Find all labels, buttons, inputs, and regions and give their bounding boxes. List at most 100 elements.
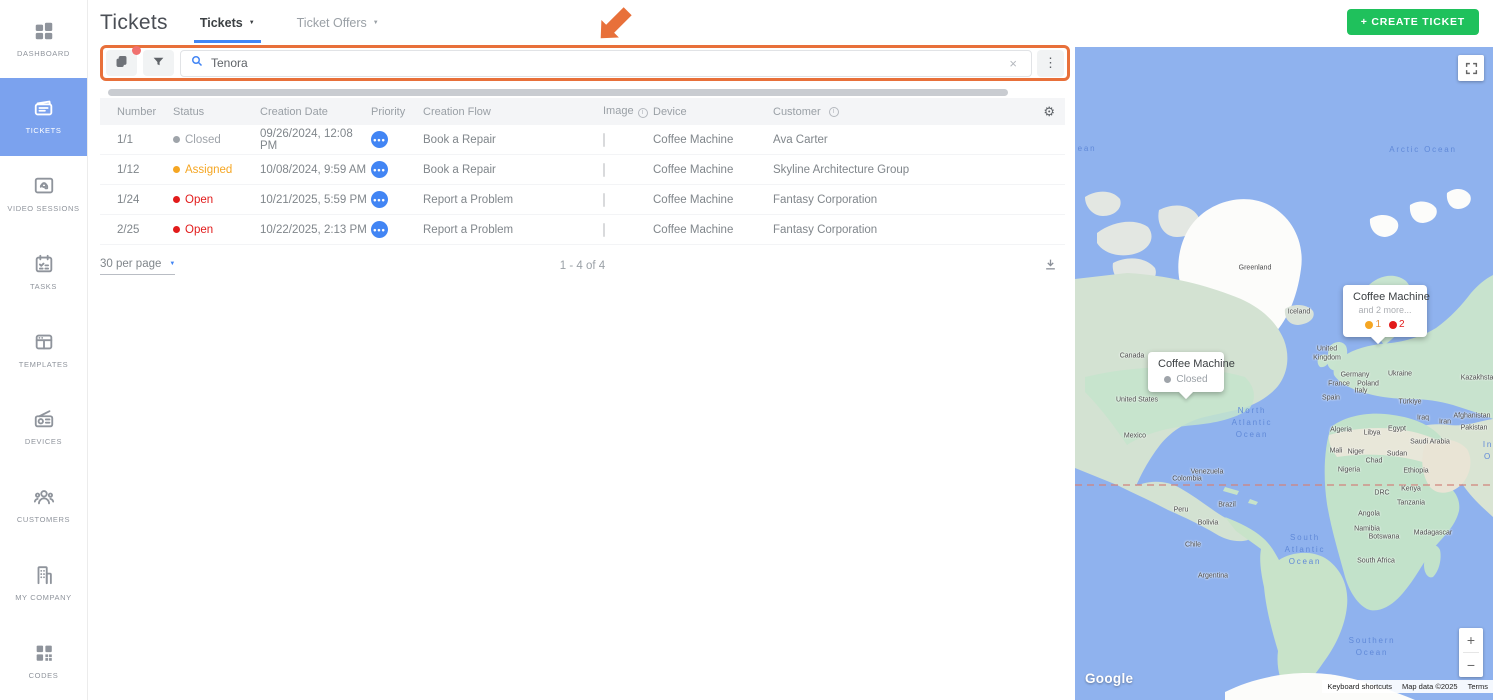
ticket-priority: ••• [371,131,423,148]
tab-ticket-offers[interactable]: Ticket Offers ▼ [291,3,385,43]
ticket-status: Open [173,194,260,206]
device-thumbnail[interactable] [603,193,605,207]
map-panel[interactable]: eanArctic OceanNorth Atlantic OceanSouth… [1075,47,1493,700]
map-data-copyright: Map data ©2025 [1397,680,1463,693]
table-row[interactable]: 1/24 Open 10/21/2025, 5:59 PM ••• Report… [100,185,1065,215]
per-page-select[interactable]: 30 per page ▼ [100,258,175,275]
column-header-priority[interactable]: Priority [371,106,423,118]
tickets-table: Number Status Creation Date Priority Cre… [100,98,1065,245]
sidebar-item-my-company[interactable]: MY COMPANY [0,544,87,622]
status-dot [173,196,180,203]
column-header-image[interactable]: Imagei [603,105,653,118]
tooltip-title: Coffee Machine [1353,291,1417,303]
ticket-device: Coffee Machine [653,194,773,206]
map-tooltip-cluster[interactable]: Coffee Machine and 2 more... 1 2 [1343,285,1427,337]
keyboard-shortcuts-link[interactable]: Keyboard shortcuts [1322,680,1397,693]
column-header-creation-date[interactable]: Creation Date [260,106,371,118]
annotation-arrow-icon [593,2,637,47]
search-menu-button[interactable]: ⋮ [1037,50,1064,77]
status-dot [173,166,180,173]
priority-indicator-icon[interactable]: ••• [371,161,388,178]
ticket-customer: Fantasy Corporation [773,224,1035,236]
sidebar-item-tickets[interactable]: TICKETS [0,78,87,156]
chevron-down-icon: ▼ [373,20,379,26]
saved-filters-button[interactable] [106,50,137,76]
zoom-out-button[interactable]: − [1459,653,1483,677]
scrollbar-thumb[interactable] [108,89,1008,96]
page-title: Tickets [100,11,168,35]
info-icon: i [829,107,839,117]
map-tooltip-single[interactable]: Coffee Machine Closed [1148,352,1224,392]
ticket-creation-date: 10/21/2025, 5:59 PM [260,194,371,206]
priority-indicator-icon[interactable]: ••• [371,221,388,238]
ticket-creation-flow: Book a Repair [423,134,603,146]
chevron-down-icon: ▼ [249,20,255,26]
clear-search-icon[interactable]: × [1005,56,1021,71]
ticket-number: 1/1 [100,134,173,146]
dashboard-grid-icon [33,20,55,42]
tooltip-subtitle: and 2 more... [1353,305,1417,315]
column-header-status[interactable]: Status [173,106,260,118]
table-row[interactable]: 2/25 Open 10/22/2025, 2:13 PM ••• Report… [100,215,1065,245]
download-button[interactable] [1044,258,1057,274]
sidebar-item-templates[interactable]: TEMPLATES [0,311,87,389]
pagination-range: 1 - 4 of 4 [560,260,605,272]
device-thumbnail[interactable] [603,223,605,237]
device-thumbnail[interactable] [603,163,605,177]
ticket-number: 1/12 [100,164,173,176]
column-header-number[interactable]: Number [100,106,173,118]
notification-dot [132,46,141,55]
sidebar-item-label: CUSTOMERS [17,515,70,525]
status-dot [173,136,180,143]
ticket-device: Coffee Machine [653,134,773,146]
open-count-badge: 2 [1389,319,1405,330]
tickets-content: Tenora × ⋮ Number Status Creation Date P… [88,45,1075,700]
sidebar-item-video-sessions[interactable]: VIDEO SESSIONS [0,156,87,234]
sidebar-item-devices[interactable]: DEVICES [0,389,87,467]
terms-link[interactable]: Terms [1463,680,1493,693]
ticket-creation-date: 09/26/2024, 12:08 PM [260,128,371,152]
sidebar: DASHBOARD TICKETS VIDEO SESSIONS TASKS T… [0,0,88,700]
column-header-device[interactable]: Device [653,106,773,118]
search-input[interactable]: Tenora × [180,50,1032,77]
ticket-creation-date: 10/22/2025, 2:13 PM [260,224,371,236]
top-bar: Tickets Tickets ▼ Ticket Offers ▼ + CREA… [88,0,1493,45]
ticket-creation-date: 10/08/2024, 9:59 AM [260,164,371,176]
main-area: Tickets Tickets ▼ Ticket Offers ▼ + CREA… [88,0,1493,700]
content-row: Tenora × ⋮ Number Status Creation Date P… [88,45,1493,700]
create-ticket-button[interactable]: + CREATE TICKET [1347,9,1479,35]
filter-funnel-icon [152,55,165,71]
map-fullscreen-button[interactable] [1458,55,1484,81]
sidebar-item-label: TEMPLATES [19,360,68,370]
priority-indicator-icon[interactable]: ••• [371,191,388,208]
tooltip-status: Closed [1158,374,1214,385]
ticket-creation-flow: Report a Problem [423,224,603,236]
column-settings-gear-icon[interactable]: ⚙ [1035,104,1065,120]
per-page-label: 30 per page [100,258,161,270]
sidebar-item-label: DASHBOARD [17,49,70,59]
tab-label: Tickets [200,16,243,30]
sidebar-item-dashboard[interactable]: DASHBOARD [0,0,87,78]
tab-tickets[interactable]: Tickets ▼ [194,3,261,43]
priority-indicator-icon[interactable]: ••• [371,131,388,148]
column-header-customer[interactable]: Customeri [773,106,1035,118]
table-header-row: Number Status Creation Date Priority Cre… [100,98,1065,125]
table-row[interactable]: 1/1 Closed 09/26/2024, 12:08 PM ••• Book… [100,125,1065,155]
chevron-down-icon: ▼ [169,261,175,267]
sidebar-item-customers[interactable]: CUSTOMERS [0,467,87,545]
sidebar-item-codes[interactable]: CODES [0,622,87,700]
status-dot [1164,376,1171,383]
google-logo[interactable]: Google [1085,671,1133,686]
horizontal-scrollbar[interactable] [100,89,1065,96]
device-thumbnail[interactable] [603,133,605,147]
templates-icon [33,331,55,353]
ticket-number: 1/24 [100,194,173,206]
sidebar-item-tasks[interactable]: TASKS [0,233,87,311]
zoom-in-button[interactable]: + [1459,628,1483,652]
column-header-creation-flow[interactable]: Creation Flow [423,106,603,118]
table-row[interactable]: 1/12 Assigned 10/08/2024, 9:59 AM ••• Bo… [100,155,1065,185]
assigned-count-badge: 1 [1365,319,1381,330]
filter-button[interactable] [143,50,174,76]
ticket-priority: ••• [371,191,423,208]
ticket-creation-flow: Report a Problem [423,194,603,206]
